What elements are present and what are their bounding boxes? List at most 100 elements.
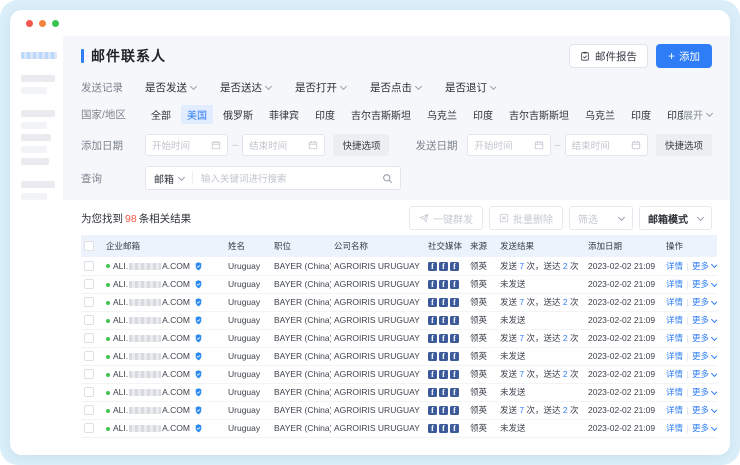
email-verified-icon[interactable] — [195, 334, 202, 343]
facebook-icon[interactable]: f — [450, 406, 459, 415]
detail-link[interactable]: 详情 — [666, 333, 683, 343]
sidebar-item[interactable] — [21, 134, 51, 141]
bulk-delete-button[interactable]: 批量删除 — [489, 206, 563, 230]
mail-report-button[interactable]: 邮件报告 — [569, 44, 648, 68]
sidebar-item[interactable] — [21, 146, 47, 153]
facebook-icon[interactable]: f — [439, 388, 448, 397]
facebook-icon[interactable]: f — [428, 280, 437, 289]
row-checkbox[interactable] — [84, 261, 94, 271]
more-link[interactable]: 更多 — [692, 404, 717, 416]
filter-dropdown[interactable]: 是否退订 — [445, 80, 496, 95]
sidebar-item[interactable] — [21, 158, 49, 165]
region-option[interactable]: 吉尔吉斯斯坦 — [503, 105, 575, 124]
facebook-icon[interactable]: f — [428, 370, 437, 379]
sidebar-item[interactable] — [21, 181, 55, 188]
facebook-icon[interactable]: f — [450, 388, 459, 397]
facebook-icon[interactable]: f — [450, 370, 459, 379]
window-minimize-button[interactable] — [39, 20, 46, 27]
add-date-end-input[interactable]: 结束时间 — [242, 134, 325, 156]
sidebar-item[interactable] — [21, 122, 47, 129]
region-option[interactable]: 菲律宾 — [263, 105, 305, 124]
row-checkbox[interactable] — [84, 351, 94, 361]
select-all-checkbox[interactable] — [84, 241, 94, 251]
filter-dropdown[interactable]: 是否送达 — [220, 80, 271, 95]
expand-toggle[interactable]: 展开 — [683, 107, 712, 122]
sidebar-item[interactable] — [21, 110, 55, 117]
facebook-icon[interactable]: f — [439, 280, 448, 289]
detail-link[interactable]: 详情 — [666, 405, 683, 415]
facebook-icon[interactable]: f — [450, 262, 459, 271]
more-link[interactable]: 更多 — [692, 422, 717, 434]
facebook-icon[interactable]: f — [439, 316, 448, 325]
facebook-icon[interactable]: f — [439, 370, 448, 379]
region-option[interactable]: 俄罗斯 — [217, 105, 259, 124]
facebook-icon[interactable]: f — [428, 406, 437, 415]
facebook-icon[interactable]: f — [439, 424, 448, 433]
facebook-icon[interactable]: f — [450, 334, 459, 343]
email-verified-icon[interactable] — [195, 406, 202, 415]
facebook-icon[interactable]: f — [450, 424, 459, 433]
facebook-icon[interactable]: f — [428, 424, 437, 433]
row-checkbox[interactable] — [84, 297, 94, 307]
region-option[interactable]: 美国 — [181, 105, 213, 124]
more-link[interactable]: 更多 — [692, 314, 717, 326]
detail-link[interactable]: 详情 — [666, 279, 683, 289]
window-zoom-button[interactable] — [52, 20, 59, 27]
detail-link[interactable]: 详情 — [666, 369, 683, 379]
send-date-end-input[interactable]: 结束时间 — [565, 134, 648, 156]
row-checkbox[interactable] — [84, 333, 94, 343]
filter-dropdown[interactable]: 是否发送 — [145, 80, 196, 95]
email-verified-icon[interactable] — [195, 388, 202, 397]
email-verified-icon[interactable] — [195, 370, 202, 379]
row-checkbox[interactable] — [84, 387, 94, 397]
sidebar-item-active[interactable] — [21, 52, 57, 59]
window-close-button[interactable] — [26, 20, 33, 27]
search-input[interactable]: 输入关键词进行搜索 — [193, 171, 382, 185]
row-checkbox[interactable] — [84, 405, 94, 415]
facebook-icon[interactable]: f — [439, 262, 448, 271]
email-verified-icon[interactable] — [195, 316, 202, 325]
row-checkbox[interactable] — [84, 279, 94, 289]
region-option[interactable]: 印度 — [625, 105, 657, 124]
facebook-icon[interactable]: f — [439, 352, 448, 361]
sidebar-item[interactable] — [21, 75, 55, 82]
add-button[interactable]: + 添加 — [656, 44, 712, 68]
filter-dropdown[interactable]: 是否打开 — [295, 80, 346, 95]
filter-dropdown[interactable]: 是否点击 — [370, 80, 421, 95]
more-link[interactable]: 更多 — [692, 296, 717, 308]
sidebar-item[interactable] — [21, 193, 47, 200]
add-date-start-input[interactable]: 开始时间 — [145, 134, 228, 156]
more-link[interactable]: 更多 — [692, 260, 717, 272]
facebook-icon[interactable]: f — [450, 352, 459, 361]
region-option[interactable]: 乌克兰 — [421, 105, 463, 124]
facebook-icon[interactable]: f — [428, 334, 437, 343]
more-link[interactable]: 更多 — [692, 386, 717, 398]
row-checkbox[interactable] — [84, 423, 94, 433]
facebook-icon[interactable]: f — [450, 316, 459, 325]
email-verified-icon[interactable] — [195, 352, 202, 361]
search-field-select[interactable]: 邮箱 — [146, 171, 193, 185]
bulk-send-button[interactable]: 一键群发 — [409, 206, 483, 230]
facebook-icon[interactable]: f — [450, 280, 459, 289]
region-option[interactable]: 印度 — [661, 105, 683, 124]
detail-link[interactable]: 详情 — [666, 423, 683, 433]
facebook-icon[interactable]: f — [428, 298, 437, 307]
more-link[interactable]: 更多 — [692, 278, 717, 290]
region-option[interactable]: 印度 — [309, 105, 341, 124]
detail-link[interactable]: 详情 — [666, 315, 683, 325]
more-link[interactable]: 更多 — [692, 332, 717, 344]
facebook-icon[interactable]: f — [428, 352, 437, 361]
detail-link[interactable]: 详情 — [666, 261, 683, 271]
detail-link[interactable]: 详情 — [666, 351, 683, 361]
facebook-icon[interactable]: f — [439, 298, 448, 307]
email-verified-icon[interactable] — [195, 280, 202, 289]
region-option[interactable]: 全部 — [145, 105, 177, 124]
send-date-quick-button[interactable]: 快捷选项 — [656, 134, 712, 156]
facebook-icon[interactable]: f — [439, 334, 448, 343]
facebook-icon[interactable]: f — [428, 388, 437, 397]
send-date-start-input[interactable]: 开始时间 — [467, 134, 550, 156]
detail-link[interactable]: 详情 — [666, 387, 683, 397]
region-option[interactable]: 乌克兰 — [579, 105, 621, 124]
email-verified-icon[interactable] — [195, 424, 202, 433]
email-verified-icon[interactable] — [195, 262, 202, 271]
